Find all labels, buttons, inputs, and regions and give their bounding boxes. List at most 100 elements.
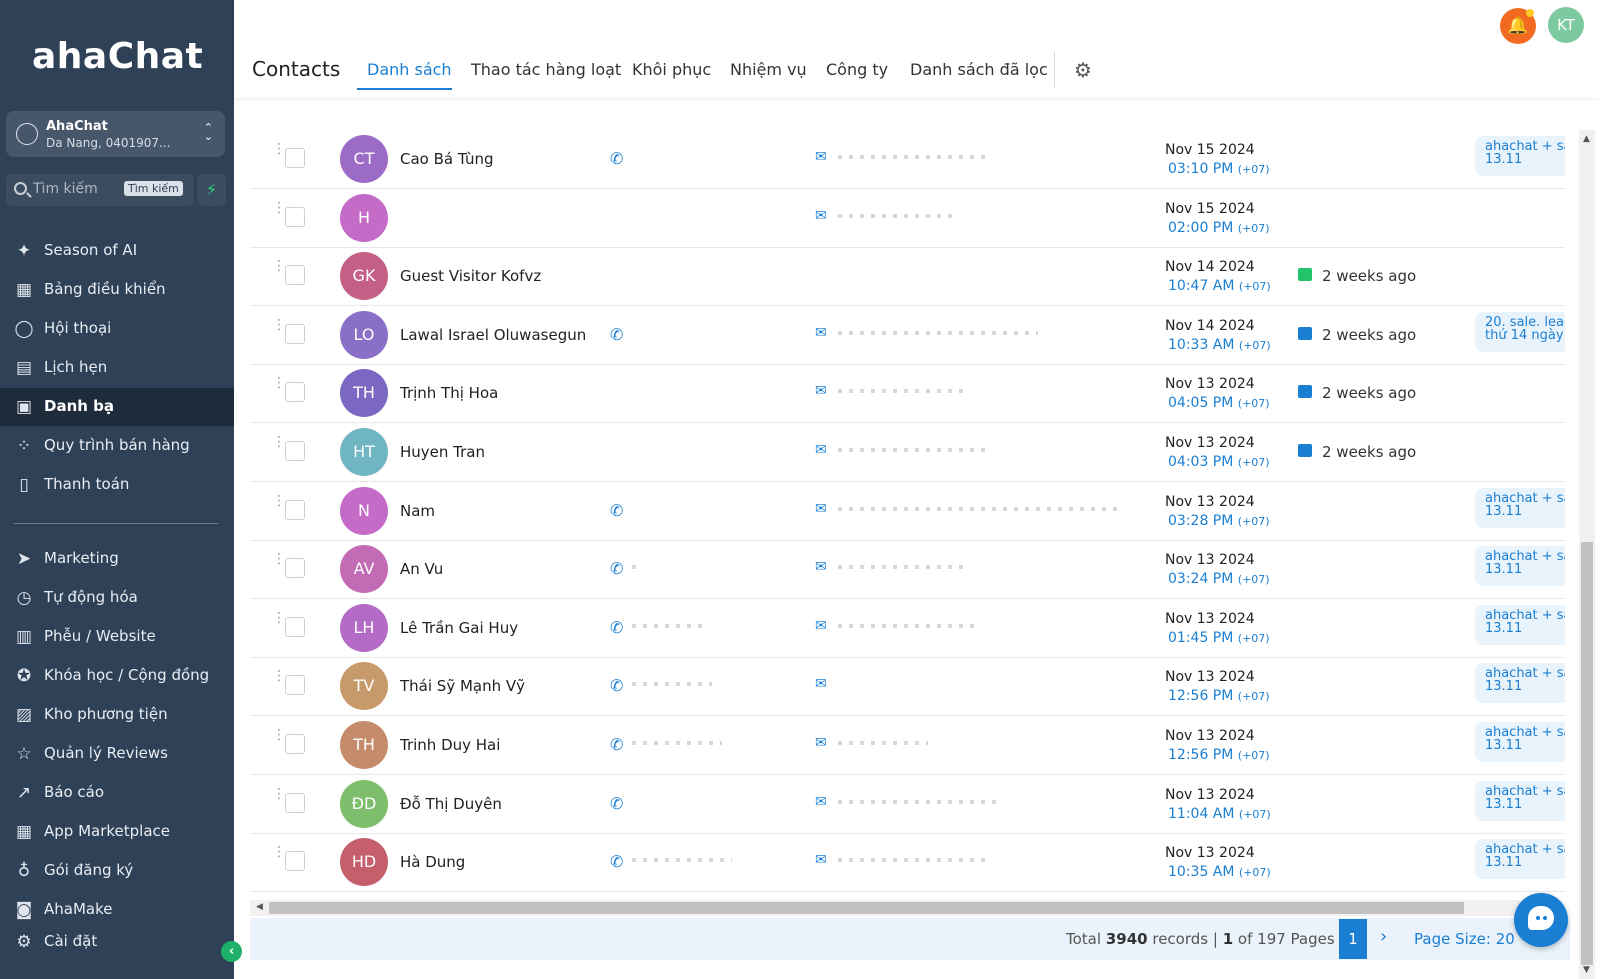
mail-icon[interactable]: ✉ xyxy=(815,208,833,224)
mail-icon[interactable]: ✉ xyxy=(815,501,833,517)
drag-handle-icon[interactable]: ⋮ xyxy=(272,845,286,871)
lightning-icon[interactable]: ⚡ xyxy=(197,174,226,206)
drag-handle-icon[interactable]: ⋮ xyxy=(272,494,286,520)
vertical-scrollbar[interactable]: ▲ ▼ xyxy=(1579,130,1595,979)
table-row[interactable]: ⋮ ĐD Đỗ Thị Duyên ✆ ✉ Nov 13 2024 11:04 AM (+0… xyxy=(250,775,1565,834)
sidebar-item-marketing[interactable]: ➤ Marketing xyxy=(0,540,234,578)
scrollbar-thumb[interactable] xyxy=(269,902,1464,914)
phone-icon[interactable]: ✆ xyxy=(610,676,628,695)
contact-avatar[interactable]: ĐD xyxy=(340,779,388,828)
row-checkbox[interactable] xyxy=(285,265,305,286)
drag-handle-icon[interactable]: ⋮ xyxy=(272,611,286,637)
contact-avatar[interactable]: TH xyxy=(340,721,388,769)
table-row[interactable]: ⋮ N Nam ✆ ✉ Nov 13 2024 03:28 PM (+07) ahachat … xyxy=(250,482,1565,541)
row-checkbox[interactable] xyxy=(285,382,305,403)
page-1-button[interactable]: 1 xyxy=(1339,919,1367,959)
contact-tag[interactable]: ahachat + sa 13.11 xyxy=(1475,722,1565,762)
sidebar-item-settings[interactable]: ⚙ Cài đặt xyxy=(0,923,234,961)
contact-avatar[interactable]: GK xyxy=(340,252,388,301)
contact-avatar[interactable]: LO xyxy=(340,310,388,359)
scroll-up-arrow-icon[interactable]: ▲ xyxy=(1583,134,1590,144)
collapse-sidebar-button[interactable]: ‹ xyxy=(221,941,242,962)
contact-tag[interactable]: 20. sale. lead thứ 14 ngày xyxy=(1475,311,1565,352)
mail-icon[interactable]: ✉ xyxy=(815,442,833,458)
table-row[interactable]: ⋮ TV Thái Sỹ Mạnh Vỹ ✆ ✉ Nov 13 2024 12:56 PM … xyxy=(250,657,1565,717)
contact-name[interactable]: Huyen Tran xyxy=(400,443,485,461)
page-size-selector[interactable]: Page Size: 20 xyxy=(1414,930,1515,948)
tab-restore[interactable]: Khôi phục xyxy=(632,60,711,79)
contact-tag[interactable]: ahachat + sa 13.11 xyxy=(1475,663,1565,704)
sidebar-item-contacts[interactable]: ▣ Danh bạ xyxy=(0,388,234,426)
table-row[interactable]: ⋮ TH Trinh Duy Hai ✆ ✉ Nov 13 2024 12:56 PM (+… xyxy=(250,716,1565,775)
row-checkbox[interactable] xyxy=(285,675,305,696)
contact-tag[interactable]: ahachat + sa 13.11 xyxy=(1475,780,1565,821)
mail-icon[interactable]: ✉ xyxy=(815,794,833,810)
tab-companies[interactable]: Công ty xyxy=(826,60,888,79)
scroll-down-arrow-icon[interactable]: ▼ xyxy=(1583,965,1590,975)
tab-danh-sach[interactable]: Danh sách xyxy=(367,60,452,79)
phone-icon[interactable]: ✆ xyxy=(610,501,628,520)
mail-icon[interactable]: ✉ xyxy=(815,676,833,692)
tab-tasks[interactable]: Nhiệm vụ xyxy=(730,60,807,79)
contact-tag[interactable]: ahachat + sa 13.11 xyxy=(1475,546,1565,587)
contact-name[interactable]: An Vu xyxy=(400,560,443,578)
sidebar-item-reports[interactable]: ↗ Báo cáo xyxy=(0,774,234,812)
sidebar-item-media[interactable]: ▨ Kho phương tiện xyxy=(0,696,234,734)
row-checkbox[interactable] xyxy=(285,206,305,227)
table-row[interactable]: ⋮ HD Hà Dung ✆ ✉ Nov 13 2024 10:35 AM (+07) aha… xyxy=(250,833,1565,893)
drag-handle-icon[interactable]: ⋮ xyxy=(272,201,286,227)
sidebar-item-subscription[interactable]: ♁ Gói đăng ký xyxy=(0,852,234,890)
mail-icon[interactable]: ✉ xyxy=(815,149,833,165)
contact-name[interactable]: Đỗ Thị Duyên xyxy=(400,795,502,813)
contact-name[interactable]: Lawal Israel Oluwasegun xyxy=(400,326,586,344)
sidebar-item-payment[interactable]: ▯ Thanh toán xyxy=(0,466,234,504)
scrollbar-thumb[interactable] xyxy=(1581,542,1593,965)
tab-filtered-lists[interactable]: Danh sách đã lọc xyxy=(910,60,1048,79)
tab-bulk-actions[interactable]: Thao tác hàng loạt xyxy=(471,60,621,79)
row-checkbox[interactable] xyxy=(285,323,305,344)
row-checkbox[interactable] xyxy=(285,851,305,872)
table-row[interactable]: ⋮ CT Cao Bá Tùng ✆ ✉ Nov 15 2024 03:10 PM (+07… xyxy=(250,130,1565,189)
contact-name[interactable]: Nam xyxy=(400,502,435,520)
contact-tag[interactable]: ahachat + sa 13.11 xyxy=(1475,136,1565,176)
mail-icon[interactable]: ✉ xyxy=(815,325,833,341)
table-row[interactable]: ⋮ TH Trịnh Thị Hoa ✉ Nov 13 2024 04:05 PM (+0… xyxy=(250,364,1565,424)
row-checkbox[interactable] xyxy=(285,441,305,461)
chat-support-button[interactable] xyxy=(1514,893,1568,947)
sidebar-item-reviews[interactable]: ☆ Quản lý Reviews xyxy=(0,735,234,773)
phone-icon[interactable]: ✆ xyxy=(610,559,628,578)
contact-avatar[interactable]: TH xyxy=(340,369,388,418)
contact-name[interactable]: Trinh Duy Hai xyxy=(400,736,500,754)
gear-icon[interactable]: ⚙ xyxy=(1074,60,1094,80)
row-checkbox[interactable] xyxy=(285,792,305,813)
drag-handle-icon[interactable]: ⋮ xyxy=(272,552,286,578)
phone-icon[interactable]: ✆ xyxy=(610,852,628,871)
contact-avatar[interactable]: CT xyxy=(340,135,388,183)
contact-name[interactable]: Cao Bá Tùng xyxy=(400,150,494,168)
contact-name[interactable]: Thái Sỹ Mạnh Vỹ xyxy=(400,677,525,695)
drag-handle-icon[interactable]: ⋮ xyxy=(272,259,286,285)
contact-name[interactable]: Lê Trần Gai Huy xyxy=(400,619,518,637)
search-box[interactable]: Tìm kiếm Tìm kiếm xyxy=(6,174,194,206)
sidebar-item-calendar[interactable]: ▤ Lịch hẹn xyxy=(0,349,234,387)
contact-avatar[interactable]: TV xyxy=(340,662,388,711)
table-row[interactable]: ⋮ H ✉ Nov 15 2024 02:00 PM (+07) xyxy=(250,189,1565,248)
drag-handle-icon[interactable]: ⋮ xyxy=(272,142,286,168)
row-checkbox[interactable] xyxy=(285,499,305,520)
table-row[interactable]: ⋮ LH Lê Trần Gai Huy ✆ ✉ Nov 13 2024 01:45 PM … xyxy=(250,599,1565,658)
next-page-icon[interactable]: › xyxy=(1380,926,1387,947)
drag-handle-icon[interactable]: ⋮ xyxy=(272,787,286,813)
contact-name[interactable]: Trịnh Thị Hoa xyxy=(400,384,498,402)
table-row[interactable]: ⋮ LO Lawal Israel Oluwasegun ✆ ✉ Nov 14 2024 1… xyxy=(250,306,1565,365)
row-checkbox[interactable] xyxy=(285,148,305,168)
sidebar-item-sales-pipeline[interactable]: ⁘ Quy trình bán hàng xyxy=(0,427,234,465)
drag-handle-icon[interactable]: ⋮ xyxy=(272,318,286,344)
contact-tag[interactable]: ahachat + sa 13.11 xyxy=(1475,487,1565,528)
contact-name[interactable]: Hà Dung xyxy=(400,853,465,871)
phone-icon[interactable]: ✆ xyxy=(610,794,628,813)
scroll-left-arrow-icon[interactable]: ◀ xyxy=(256,902,263,912)
mail-icon[interactable]: ✉ xyxy=(815,559,833,575)
row-checkbox[interactable] xyxy=(285,734,305,754)
sidebar-item-conversations[interactable]: ◯ Hội thoại xyxy=(0,310,234,348)
search-button[interactable]: Tìm kiếm xyxy=(124,181,183,196)
